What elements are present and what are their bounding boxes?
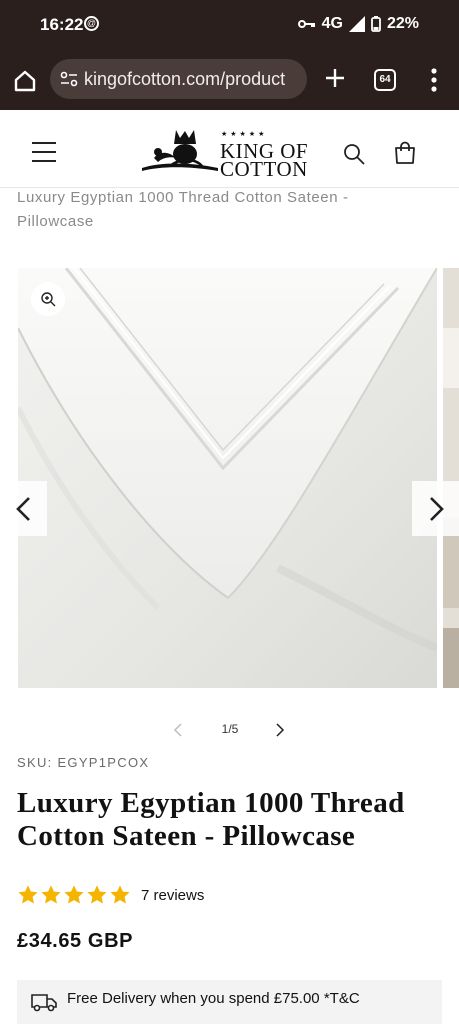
- pillowcase-image: [18, 268, 437, 688]
- site-header: ★★★★★ KING OF COTTON: [0, 110, 459, 188]
- product-image[interactable]: [18, 268, 437, 688]
- reviews-link[interactable]: 7 reviews: [141, 887, 204, 904]
- url-text: kingofcotton.com/product: [84, 69, 286, 89]
- hamburger-icon[interactable]: [32, 142, 56, 164]
- delivery-banner: Free Delivery when you spend £75.00 *T&C: [17, 980, 442, 1024]
- network-label: 4G: [321, 15, 343, 32]
- pager-counter: 1/5: [221, 722, 239, 736]
- logo[interactable]: ★★★★★ KING OF COTTON: [140, 126, 322, 181]
- gallery-prev-button[interactable]: [0, 481, 47, 536]
- status-indicators: 4G 22%: [297, 15, 419, 33]
- search-icon[interactable]: [342, 142, 366, 166]
- logo-line2: COTTON: [220, 157, 308, 181]
- crown-emblem-icon: [142, 130, 218, 171]
- chevron-left-icon: [16, 497, 30, 521]
- more-vert-icon[interactable]: [424, 66, 444, 94]
- status-bar: 16:22 @ 4G 22%: [0, 0, 459, 52]
- product-sku: SKU: EGYP1PCOX: [17, 755, 150, 770]
- plus-icon[interactable]: [322, 65, 348, 91]
- truck-icon: [31, 994, 57, 1012]
- pager-next-icon[interactable]: [270, 721, 288, 739]
- notification-icon: @: [84, 16, 99, 31]
- zoom-button[interactable]: [31, 282, 65, 316]
- battery-label: 22%: [386, 15, 419, 32]
- battery-icon: [371, 16, 381, 32]
- next-slide-preview[interactable]: [443, 268, 459, 688]
- signal-icon: [348, 16, 365, 32]
- delivery-text: Free Delivery when you spend £75.00 *T&C: [67, 990, 360, 1007]
- logo-stars: ★★★★★: [221, 131, 268, 138]
- breadcrumb-title: Luxury Egyptian 1000 Thread Cotton Satee…: [17, 189, 349, 230]
- product-title: Luxury Egyptian 1000 Thread Cotton Satee…: [17, 787, 405, 852]
- chevron-right-icon: [430, 497, 444, 521]
- home-icon[interactable]: [12, 68, 38, 94]
- product-price: £34.65 GBP: [17, 930, 134, 952]
- gallery-next-button[interactable]: [412, 481, 459, 536]
- address-bar[interactable]: kingofcotton.com/product: [50, 59, 307, 99]
- product-gallery[interactable]: [0, 268, 459, 688]
- pager-prev-icon[interactable]: [170, 721, 188, 739]
- star-icon: [18, 885, 38, 904]
- star-icon: [110, 885, 130, 904]
- cart-icon[interactable]: [392, 140, 418, 166]
- site-settings-icon[interactable]: [60, 71, 78, 87]
- product-rating[interactable]: 7 reviews: [17, 882, 204, 908]
- browser-toolbar: kingofcotton.com/product 64: [0, 52, 459, 110]
- zoom-icon: [41, 292, 56, 307]
- star-icon: [64, 885, 84, 904]
- tabs-button[interactable]: 64: [374, 69, 396, 91]
- tab-count: 64: [379, 74, 391, 85]
- vpn-key-icon: [297, 20, 315, 28]
- status-time: 16:22: [40, 15, 84, 34]
- rating-stars: [17, 884, 131, 906]
- gallery-pager: 1/5: [0, 716, 459, 744]
- star-icon: [41, 885, 61, 904]
- star-icon: [87, 885, 107, 904]
